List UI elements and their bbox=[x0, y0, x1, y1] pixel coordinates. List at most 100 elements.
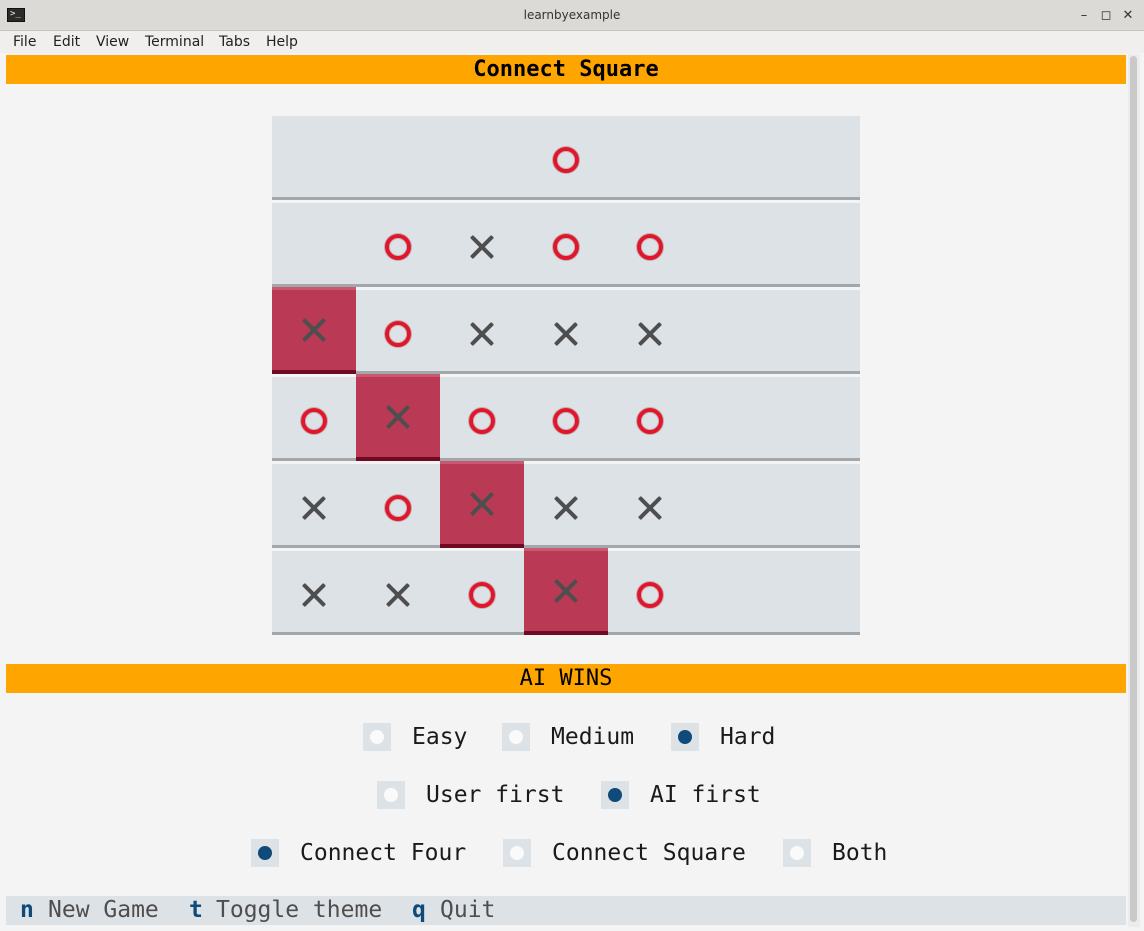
difficulty-medium-label: Medium bbox=[551, 724, 635, 750]
board-cell[interactable] bbox=[272, 116, 356, 203]
x-mark-icon bbox=[468, 320, 496, 348]
scrollbar-thumb[interactable] bbox=[1130, 56, 1137, 922]
board-cell[interactable] bbox=[692, 203, 776, 290]
difficulty-easy-option[interactable]: Easy bbox=[363, 722, 467, 752]
o-mark-icon bbox=[637, 407, 663, 434]
board-cell[interactable] bbox=[524, 377, 608, 464]
first-player-options: User first AI first bbox=[0, 780, 1130, 810]
ai-first-label: AI first bbox=[650, 782, 761, 808]
winning-cell[interactable] bbox=[524, 548, 608, 635]
board-cell[interactable] bbox=[356, 203, 440, 290]
difficulty-hard-radio[interactable] bbox=[671, 723, 699, 751]
game-status: AI WINS bbox=[6, 664, 1126, 693]
menu-terminal[interactable]: Terminal bbox=[145, 34, 204, 50]
winning-cell[interactable] bbox=[356, 374, 440, 461]
board-cell[interactable] bbox=[608, 464, 692, 551]
new-game-label[interactable]: New Game bbox=[48, 896, 159, 925]
mode-connect-square-option[interactable]: Connect Square bbox=[503, 838, 746, 868]
difficulty-easy-radio[interactable] bbox=[363, 723, 391, 751]
board-cell[interactable] bbox=[776, 203, 860, 290]
board-cell[interactable] bbox=[692, 464, 776, 551]
board-cell[interactable] bbox=[524, 290, 608, 377]
menu-file[interactable]: File bbox=[13, 34, 36, 50]
board-cell[interactable] bbox=[524, 116, 608, 203]
user-first-option[interactable]: User first bbox=[377, 780, 564, 810]
winning-cell[interactable] bbox=[272, 287, 356, 374]
board-cell[interactable] bbox=[524, 203, 608, 290]
board-cell[interactable] bbox=[692, 290, 776, 377]
difficulty-hard-label: Hard bbox=[720, 724, 776, 750]
x-mark-icon bbox=[552, 494, 580, 522]
difficulty-hard-option[interactable]: Hard bbox=[671, 722, 775, 752]
minimize-icon[interactable]: – bbox=[1074, 6, 1094, 26]
window-titlebar: >_ learnbyexample – ◻ ✕ bbox=[0, 0, 1144, 31]
board-cell[interactable] bbox=[776, 377, 860, 464]
difficulty-medium-option[interactable]: Medium bbox=[502, 722, 634, 752]
difficulty-easy-label: Easy bbox=[412, 724, 468, 750]
board-cell[interactable] bbox=[272, 551, 356, 638]
menubar: File Edit View Terminal Tabs Help bbox=[0, 31, 1144, 53]
mode-connect-four-option[interactable]: Connect Four bbox=[251, 838, 466, 868]
quit-key[interactable]: q bbox=[412, 896, 426, 925]
x-mark-icon bbox=[552, 320, 580, 348]
board-cell[interactable] bbox=[608, 116, 692, 203]
new-game-key[interactable]: n bbox=[20, 896, 34, 925]
x-mark-icon bbox=[468, 490, 496, 518]
user-first-radio[interactable] bbox=[377, 781, 405, 809]
board-cell[interactable] bbox=[356, 290, 440, 377]
x-mark-icon bbox=[300, 494, 328, 522]
board-cell[interactable] bbox=[608, 203, 692, 290]
board-cell[interactable] bbox=[524, 464, 608, 551]
mode-both-radio[interactable] bbox=[783, 839, 811, 867]
board-cell[interactable] bbox=[692, 377, 776, 464]
menu-tabs[interactable]: Tabs bbox=[219, 34, 250, 50]
difficulty-options: Easy Medium Hard bbox=[0, 722, 1130, 752]
board-cell[interactable] bbox=[440, 377, 524, 464]
board-cell[interactable] bbox=[440, 116, 524, 203]
ai-first-radio[interactable] bbox=[601, 781, 629, 809]
board-cell[interactable] bbox=[272, 464, 356, 551]
board-cell[interactable] bbox=[356, 551, 440, 638]
x-mark-icon bbox=[636, 320, 664, 348]
toggle-theme-key[interactable]: t bbox=[189, 896, 203, 925]
window-title: learnbyexample bbox=[523, 8, 621, 22]
quit-label[interactable]: Quit bbox=[440, 896, 495, 925]
board-cell[interactable] bbox=[608, 290, 692, 377]
game-board bbox=[272, 116, 860, 636]
maximize-icon[interactable]: ◻ bbox=[1096, 6, 1116, 26]
board-cell[interactable] bbox=[776, 290, 860, 377]
board-cell[interactable] bbox=[440, 203, 524, 290]
board-cell[interactable] bbox=[692, 116, 776, 203]
x-mark-icon bbox=[384, 581, 412, 609]
difficulty-medium-radio[interactable] bbox=[502, 723, 530, 751]
menu-edit[interactable]: Edit bbox=[53, 34, 80, 50]
mode-connect-square-radio[interactable] bbox=[503, 839, 531, 867]
o-mark-icon bbox=[553, 233, 579, 260]
board-cell[interactable] bbox=[440, 290, 524, 377]
mode-connect-four-radio[interactable] bbox=[251, 839, 279, 867]
mode-both-option[interactable]: Both bbox=[783, 838, 887, 868]
board-cell[interactable] bbox=[272, 203, 356, 290]
o-mark-icon bbox=[637, 581, 663, 608]
o-mark-icon bbox=[553, 146, 579, 173]
mode-options: Connect Four Connect Square Both bbox=[0, 838, 1130, 868]
board-cell[interactable] bbox=[776, 116, 860, 203]
board-cell[interactable] bbox=[356, 464, 440, 551]
board-cell[interactable] bbox=[776, 464, 860, 551]
close-icon[interactable]: ✕ bbox=[1118, 6, 1138, 26]
board-cell[interactable] bbox=[440, 551, 524, 638]
board-cell[interactable] bbox=[692, 551, 776, 638]
user-first-label: User first bbox=[426, 782, 565, 808]
x-mark-icon bbox=[636, 494, 664, 522]
board-cell[interactable] bbox=[356, 116, 440, 203]
x-mark-icon bbox=[384, 403, 412, 431]
ai-first-option[interactable]: AI first bbox=[601, 780, 761, 810]
winning-cell[interactable] bbox=[440, 461, 524, 548]
toggle-theme-label[interactable]: Toggle theme bbox=[216, 896, 382, 925]
board-cell[interactable] bbox=[608, 377, 692, 464]
menu-help[interactable]: Help bbox=[266, 34, 298, 50]
board-cell[interactable] bbox=[272, 377, 356, 464]
menu-view[interactable]: View bbox=[96, 34, 129, 50]
board-cell[interactable] bbox=[608, 551, 692, 638]
board-cell[interactable] bbox=[776, 551, 860, 638]
